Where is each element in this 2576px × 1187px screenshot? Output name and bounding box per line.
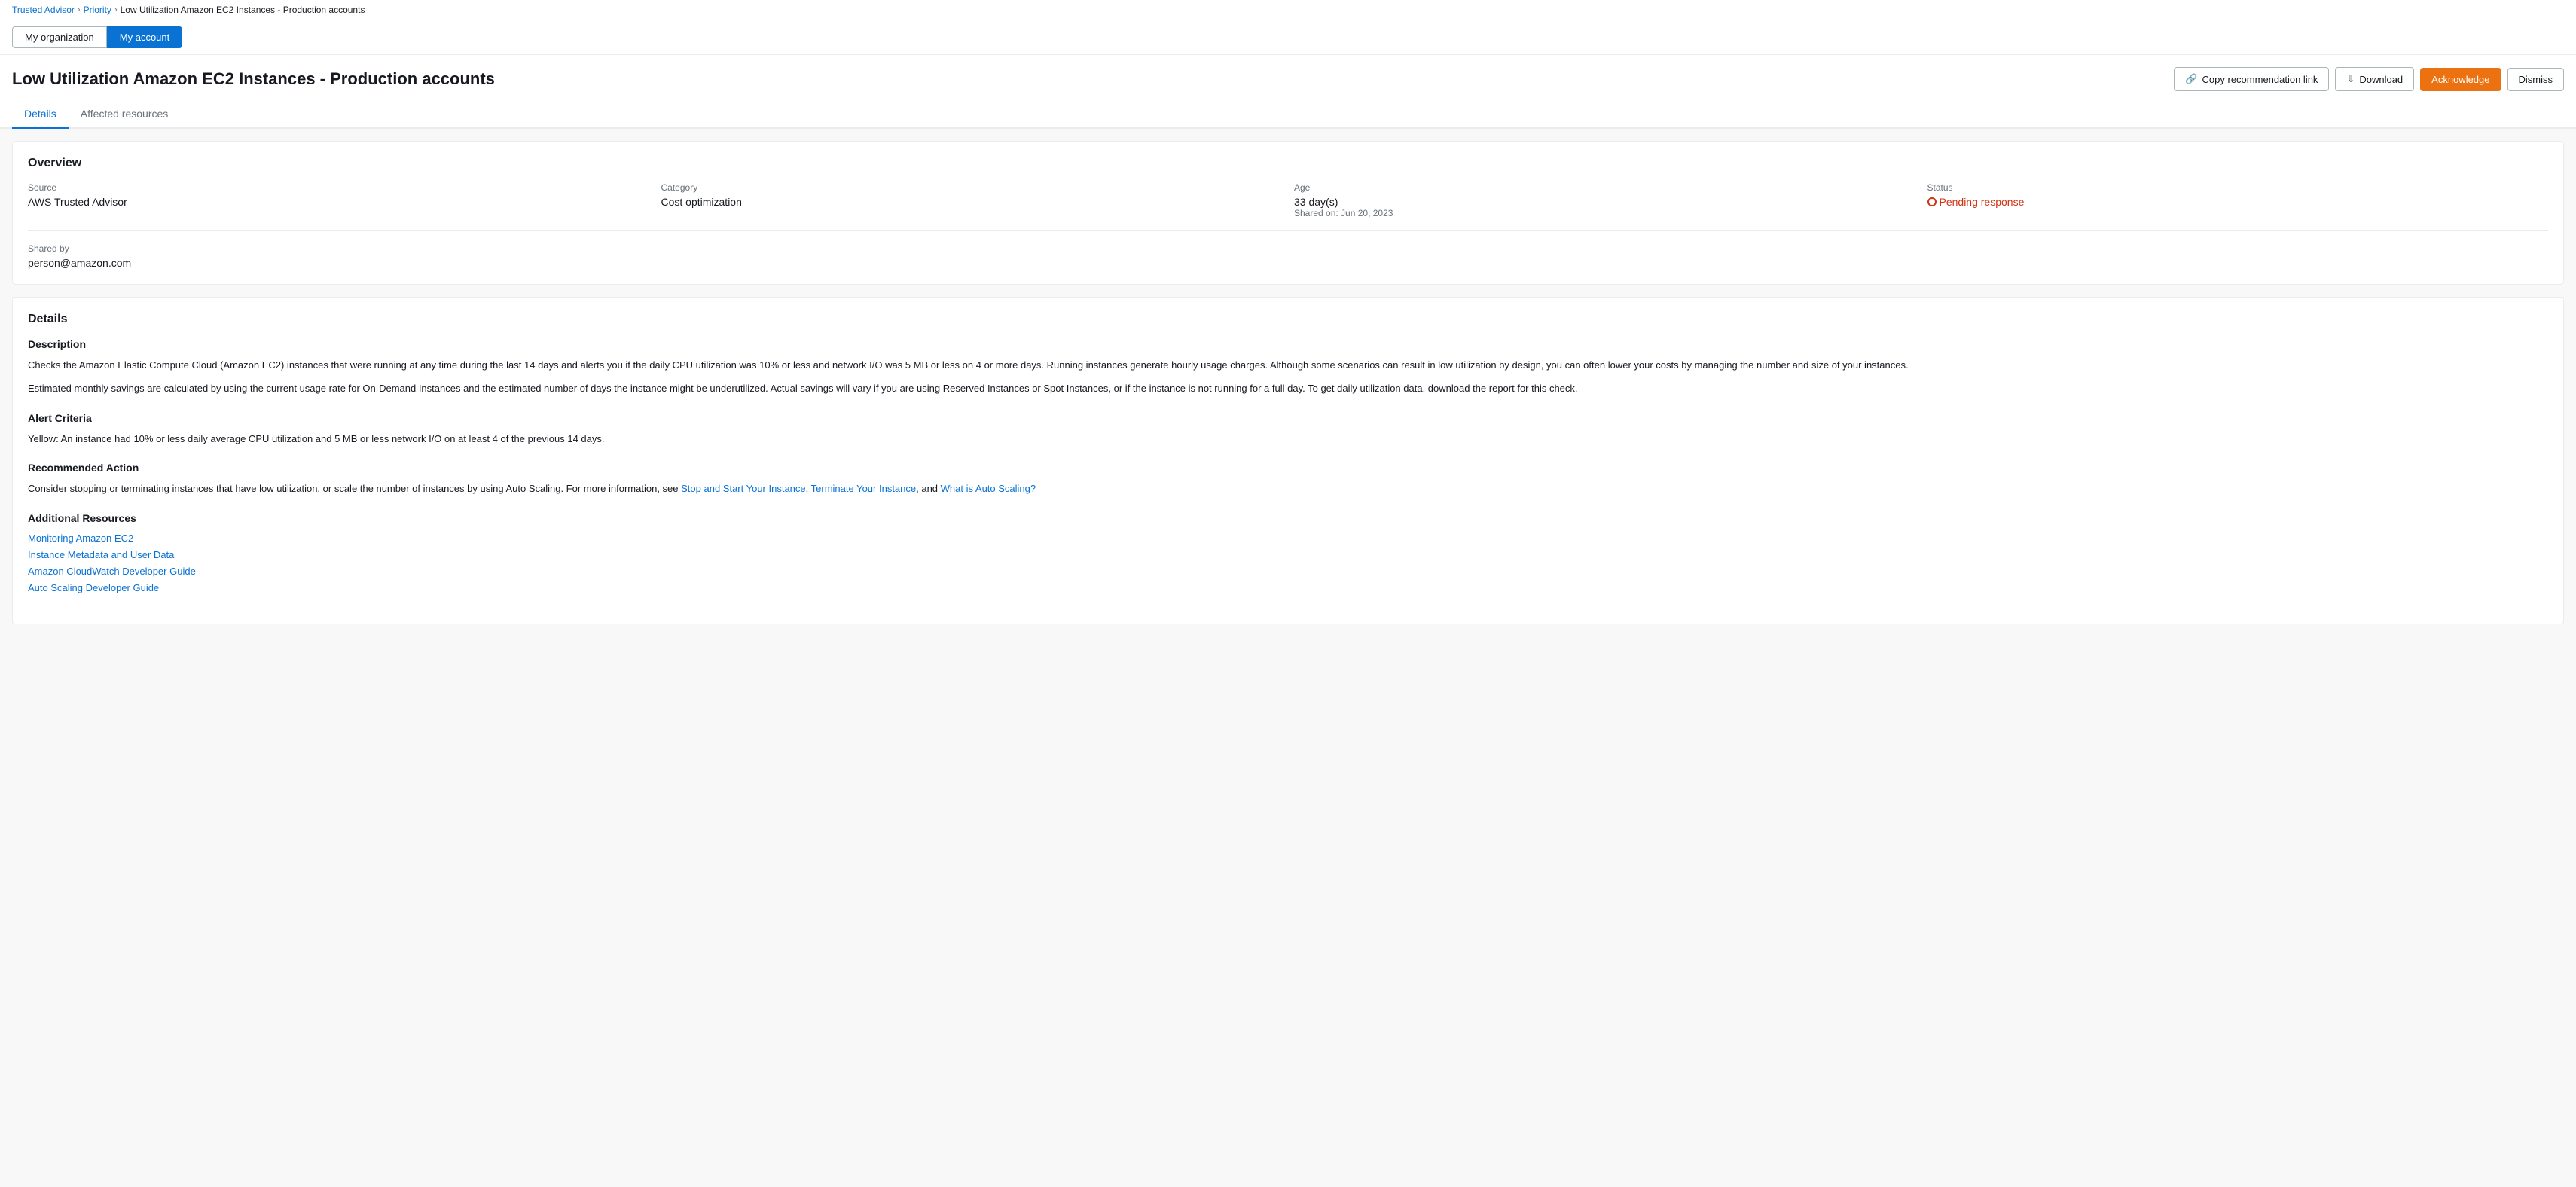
overview-grid: Source AWS Trusted Advisor Category Cost…: [28, 182, 2548, 218]
additional-resources-title: Additional Resources: [28, 512, 2548, 524]
recommended-action-text-between1: ,: [806, 483, 811, 494]
copy-icon: 🔗: [2185, 73, 2197, 85]
additional-resource-link[interactable]: Instance Metadata and User Data: [28, 549, 174, 560]
details-card: Details Description Checks the Amazon El…: [12, 297, 2564, 624]
alert-criteria-section: Alert Criteria Yellow: An instance had 1…: [28, 412, 2548, 447]
list-item: Monitoring Amazon EC2: [28, 532, 2548, 544]
breadcrumb-chevron-1: ›: [78, 5, 81, 14]
additional-resources-section: Additional Resources Monitoring Amazon E…: [28, 512, 2548, 594]
tabs: Details Affected resources: [0, 100, 2576, 129]
details-title: Details: [28, 313, 2548, 326]
my-account-button[interactable]: My account: [107, 26, 182, 48]
page-title: Low Utilization Amazon EC2 Instances - P…: [12, 69, 495, 89]
overview-age-shared: Shared on: Jun 20, 2023: [1294, 208, 1915, 218]
acknowledge-button[interactable]: Acknowledge: [2420, 68, 2501, 91]
tab-affected-resources[interactable]: Affected resources: [69, 100, 180, 129]
copy-recommendation-link-button[interactable]: 🔗 Copy recommendation link: [2174, 67, 2329, 91]
additional-resource-link[interactable]: Monitoring Amazon EC2: [28, 532, 133, 544]
content: Overview Source AWS Trusted Advisor Cate…: [0, 129, 2576, 636]
description-p1: Checks the Amazon Elastic Compute Cloud …: [28, 358, 2548, 374]
breadcrumb-trusted-advisor[interactable]: Trusted Advisor: [12, 5, 75, 15]
overview-status: Status Pending response: [1927, 182, 2549, 218]
page-header: Low Utilization Amazon EC2 Instances - P…: [0, 55, 2576, 100]
account-switcher: My organization My account: [0, 20, 2576, 55]
overview-status-label: Status: [1927, 182, 2549, 193]
list-item: Instance Metadata and User Data: [28, 548, 2548, 560]
breadcrumb: Trusted Advisor › Priority › Low Utiliza…: [0, 0, 2576, 20]
stop-start-link[interactable]: Stop and Start Your Instance: [681, 483, 806, 494]
download-button[interactable]: ⇓ Download: [2335, 67, 2414, 91]
status-pending-icon: [1927, 197, 1937, 206]
breadcrumb-priority[interactable]: Priority: [84, 5, 111, 15]
additional-resources-list: Monitoring Amazon EC2 Instance Metadata a…: [28, 532, 2548, 594]
overview-source-label: Source: [28, 182, 649, 193]
status-badge: Pending response: [1927, 196, 2549, 208]
recommended-action-text-between2: , and: [916, 483, 941, 494]
overview-card: Overview Source AWS Trusted Advisor Cate…: [12, 141, 2564, 285]
overview-source: Source AWS Trusted Advisor: [28, 182, 649, 218]
overview-grid-row2: Shared by person@amazon.com: [28, 230, 2548, 269]
overview-age: Age 33 day(s) Shared on: Jun 20, 2023: [1294, 182, 1915, 218]
overview-shared-by-label: Shared by: [28, 243, 649, 254]
overview-category-label: Category: [661, 182, 1283, 193]
overview-age-label: Age: [1294, 182, 1915, 193]
overview-shared-by-value: person@amazon.com: [28, 257, 649, 269]
additional-resource-link[interactable]: Amazon CloudWatch Developer Guide: [28, 566, 196, 577]
auto-scaling-link[interactable]: What is Auto Scaling?: [941, 483, 1036, 494]
download-icon: ⇓: [2346, 73, 2355, 85]
breadcrumb-current: Low Utilization Amazon EC2 Instances - P…: [121, 5, 365, 15]
description-section: Description Checks the Amazon Elastic Co…: [28, 338, 2548, 397]
description-p2: Estimated monthly savings are calculated…: [28, 381, 2548, 397]
list-item: Auto Scaling Developer Guide: [28, 581, 2548, 594]
status-pending-text: Pending response: [1940, 196, 2025, 208]
recommended-action-text: Consider stopping or terminating instanc…: [28, 481, 2548, 497]
overview-title: Overview: [28, 157, 2548, 170]
overview-category: Category Cost optimization: [661, 182, 1283, 218]
recommended-action-section: Recommended Action Consider stopping or …: [28, 462, 2548, 497]
overview-shared-by: Shared by person@amazon.com: [28, 243, 649, 269]
dismiss-button[interactable]: Dismiss: [2507, 68, 2565, 91]
overview-category-value: Cost optimization: [661, 196, 1283, 208]
description-title: Description: [28, 338, 2548, 350]
overview-source-value: AWS Trusted Advisor: [28, 196, 649, 208]
breadcrumb-chevron-2: ›: [114, 5, 118, 14]
terminate-link[interactable]: Terminate Your Instance: [811, 483, 916, 494]
overview-age-value: 33 day(s): [1294, 196, 1915, 208]
alert-criteria-text: Yellow: An instance had 10% or less dail…: [28, 432, 2548, 447]
header-actions: 🔗 Copy recommendation link ⇓ Download Ac…: [2174, 67, 2564, 91]
recommended-action-title: Recommended Action: [28, 462, 2548, 474]
my-organization-button[interactable]: My organization: [12, 26, 107, 48]
alert-criteria-title: Alert Criteria: [28, 412, 2548, 424]
recommended-action-text-before: Consider stopping or terminating instanc…: [28, 483, 681, 494]
tab-details[interactable]: Details: [12, 100, 69, 129]
additional-resource-link[interactable]: Auto Scaling Developer Guide: [28, 582, 159, 594]
list-item: Amazon CloudWatch Developer Guide: [28, 565, 2548, 577]
